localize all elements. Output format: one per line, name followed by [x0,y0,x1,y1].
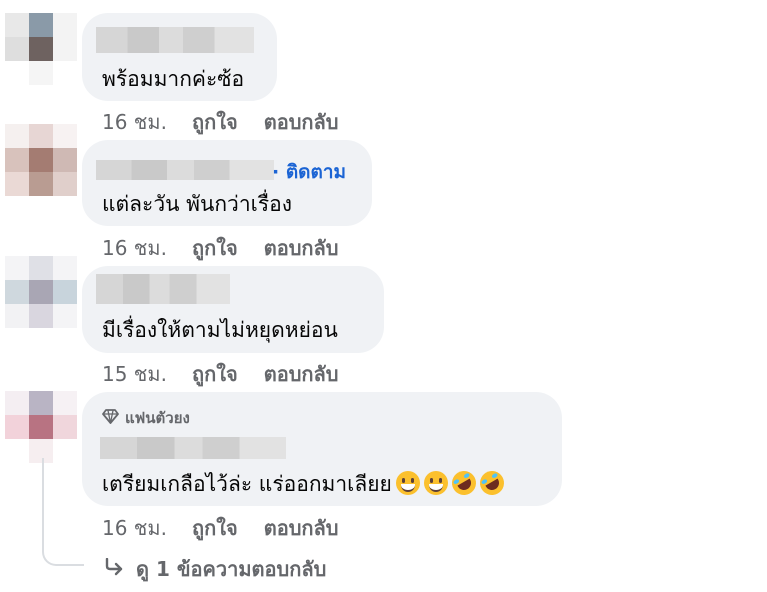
avatar[interactable] [5,124,77,196]
comment-text: แต่ละวัน พันกว่าเรื่อง [102,192,292,216]
commenter-name-redacted[interactable] [100,437,286,459]
comment-text: พร้อมมากค่ะซ้อ [102,67,245,91]
rofl-emoji [447,466,481,500]
avatar[interactable] [5,391,77,463]
avatar[interactable] [5,256,77,328]
grinning-face-emoji [395,471,420,495]
comment-bubble: มีเรื่องให้ตามไม่หยุดหย่อน [82,266,384,353]
view-replies-label: ดู 1 ข้อความตอบกลับ [136,557,327,581]
comment-timestamp[interactable]: 16 ชม. [102,232,192,264]
comment-bubble: พร้อมมากค่ะซ้อ [82,13,277,101]
comment-actions: 15 ชม. ถูกใจ ตอบกลับ [102,358,364,390]
comment-text: เตรียมเกลือไว้ล่ะ แร่ออกมาเลียย [102,466,509,501]
rofl-emoji [475,466,509,500]
grinning-face-emoji [423,471,448,495]
like-button[interactable]: ถูกใจ [192,358,238,390]
comment-bubble: แฟนตัวยง เตรียมเกลือไว้ล่ะ แร่ออกมาเลียย [82,392,562,506]
diamond-icon [102,408,119,428]
reply-button[interactable]: ตอบกลับ [264,358,339,390]
follow-link[interactable]: · ติดตาม [272,157,346,187]
comment-timestamp[interactable]: 16 ชม. [102,106,192,138]
reply-button[interactable]: ตอบกลับ [264,512,339,544]
comment-text: มีเรื่องให้ตามไม่หยุดหย่อน [102,318,338,342]
comment-timestamp[interactable]: 15 ชม. [102,358,192,390]
comment-text-content: เตรียมเกลือไว้ล่ะ แร่ออกมาเลียย [102,472,392,496]
reply-button[interactable]: ตอบกลับ [264,232,339,264]
comment-actions: 16 ชม. ถูกใจ ตอบกลับ [102,232,364,264]
comment-timestamp[interactable]: 16 ชม. [102,512,192,544]
like-button[interactable]: ถูกใจ [192,512,238,544]
reply-button[interactable]: ตอบกลับ [264,106,339,138]
top-fan-badge: แฟนตัวยง [102,406,190,430]
thread-connector [42,458,84,566]
comment-actions: 16 ชม. ถูกใจ ตอบกลับ [102,512,364,544]
like-button[interactable]: ถูกใจ [192,232,238,264]
top-fan-label: แฟนตัวยง [125,409,190,427]
reply-arrow-icon [104,557,124,581]
avatar[interactable] [5,13,77,85]
commenter-name-redacted[interactable] [96,274,230,304]
view-replies-link[interactable]: ดู 1 ข้อความตอบกลับ [104,553,326,585]
commenter-name-redacted[interactable] [96,160,274,180]
commenter-name-redacted[interactable] [96,27,254,53]
comment-actions: 16 ชม. ถูกใจ ตอบกลับ [102,106,364,138]
like-button[interactable]: ถูกใจ [192,106,238,138]
comment-bubble: · ติดตาม แต่ละวัน พันกว่าเรื่อง [82,140,372,226]
